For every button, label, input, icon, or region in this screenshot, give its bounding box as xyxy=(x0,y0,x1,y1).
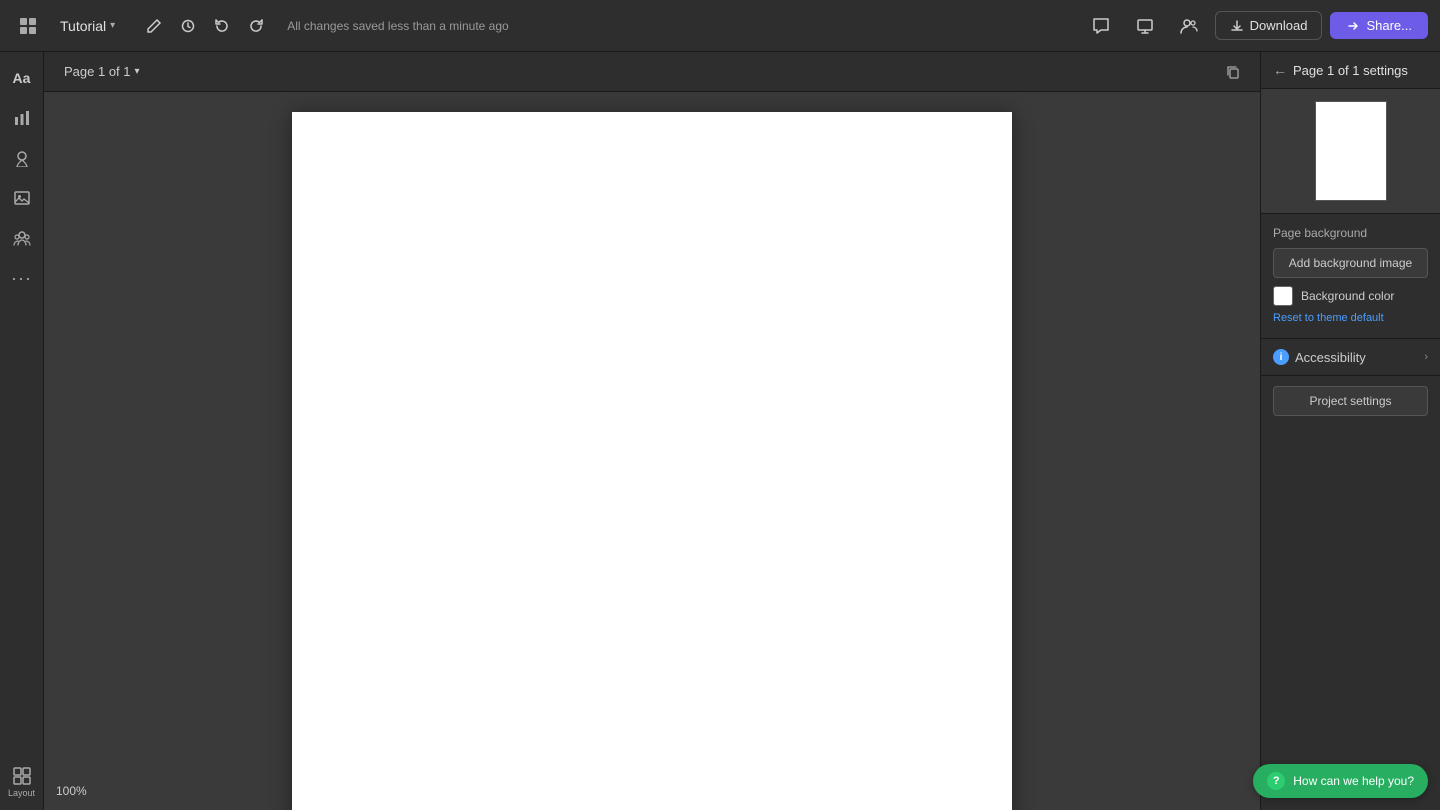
main-layout: Aa ··· Layout Page 1 of 1 ▾ xyxy=(0,52,1440,810)
project-settings-button[interactable]: Project settings xyxy=(1273,386,1428,416)
background-color-row: Background color xyxy=(1273,286,1428,306)
comment-button[interactable] xyxy=(1083,8,1119,44)
zoom-level: 100% xyxy=(56,784,87,798)
add-bg-label: Add background image xyxy=(1289,256,1412,270)
copy-page-button[interactable] xyxy=(1218,57,1248,87)
background-color-label: Background color xyxy=(1301,289,1394,303)
canvas-container[interactable] xyxy=(44,92,1260,810)
page-chevron: ▾ xyxy=(135,66,140,77)
accessibility-chevron: › xyxy=(1424,351,1428,363)
background-section-label: Page background xyxy=(1273,226,1428,240)
autosave-status: All changes saved less than a minute ago xyxy=(287,19,508,33)
sidebar-item-maps[interactable] xyxy=(4,140,40,176)
page-background-section: Page background Add background image Bac… xyxy=(1261,214,1440,339)
share-button[interactable]: Share... xyxy=(1330,12,1428,39)
layout-label: Layout xyxy=(8,788,35,798)
title-chevron: ▾ xyxy=(110,20,115,31)
page-preview-thumbnail xyxy=(1315,101,1387,201)
edit-tools xyxy=(139,11,271,41)
accessibility-left: i Accessibility xyxy=(1273,349,1366,365)
share-label: Share... xyxy=(1366,18,1412,33)
right-panel: ← Page 1 of 1 settings Page background A… xyxy=(1260,52,1440,810)
page-selector[interactable]: Page 1 of 1 ▾ xyxy=(56,60,148,83)
sidebar-item-images[interactable] xyxy=(4,180,40,216)
sidebar-item-more[interactable]: ··· xyxy=(4,260,40,296)
topbar-right-actions: Download Share... xyxy=(1083,8,1428,44)
background-color-swatch[interactable] xyxy=(1273,286,1293,306)
project-title[interactable]: Tutorial ▾ xyxy=(52,14,123,38)
accessibility-icon: i xyxy=(1273,349,1289,365)
sidebar-item-charts[interactable] xyxy=(4,100,40,136)
accessibility-row[interactable]: i Accessibility › xyxy=(1261,339,1440,376)
page-toolbar: Page 1 of 1 ▾ xyxy=(44,52,1260,92)
history-button[interactable] xyxy=(173,11,203,41)
layout-button[interactable]: Layout xyxy=(8,766,35,798)
panel-header: ← Page 1 of 1 settings xyxy=(1261,52,1440,89)
page-label: Page 1 of 1 xyxy=(64,64,131,79)
sidebar-item-team[interactable] xyxy=(4,220,40,256)
page-canvas xyxy=(292,112,1012,810)
undo-button[interactable] xyxy=(207,11,237,41)
project-settings-label: Project settings xyxy=(1309,394,1391,408)
zoom-indicator: 100% xyxy=(56,784,87,798)
accessibility-label: Accessibility xyxy=(1295,350,1366,365)
panel-title: Page 1 of 1 settings xyxy=(1293,63,1408,78)
help-button[interactable]: ? How can we help you? xyxy=(1253,764,1428,798)
reset-theme-link[interactable]: Reset to theme default xyxy=(1273,312,1384,324)
help-icon: ? xyxy=(1267,772,1285,790)
sidebar-item-text[interactable]: Aa xyxy=(4,60,40,96)
pen-tool-button[interactable] xyxy=(139,11,169,41)
add-background-image-button[interactable]: Add background image xyxy=(1273,248,1428,278)
help-label: How can we help you? xyxy=(1293,774,1414,788)
page-preview-container xyxy=(1261,89,1440,214)
panel-back-button[interactable]: ← xyxy=(1273,62,1287,78)
download-label: Download xyxy=(1250,18,1308,33)
present-button[interactable] xyxy=(1127,8,1163,44)
download-button[interactable]: Download xyxy=(1215,11,1323,40)
canvas-area: Page 1 of 1 ▾ 100% xyxy=(44,52,1260,810)
collaborate-button[interactable] xyxy=(1171,8,1207,44)
sidebar-bottom: Layout xyxy=(8,766,35,802)
app-logo xyxy=(12,10,44,42)
redo-button[interactable] xyxy=(241,11,271,41)
page-toolbar-right xyxy=(1218,57,1248,87)
left-sidebar: Aa ··· Layout xyxy=(0,52,44,810)
project-name: Tutorial xyxy=(60,18,106,34)
topbar: Tutorial ▾ All changes saved less than a… xyxy=(0,0,1440,52)
